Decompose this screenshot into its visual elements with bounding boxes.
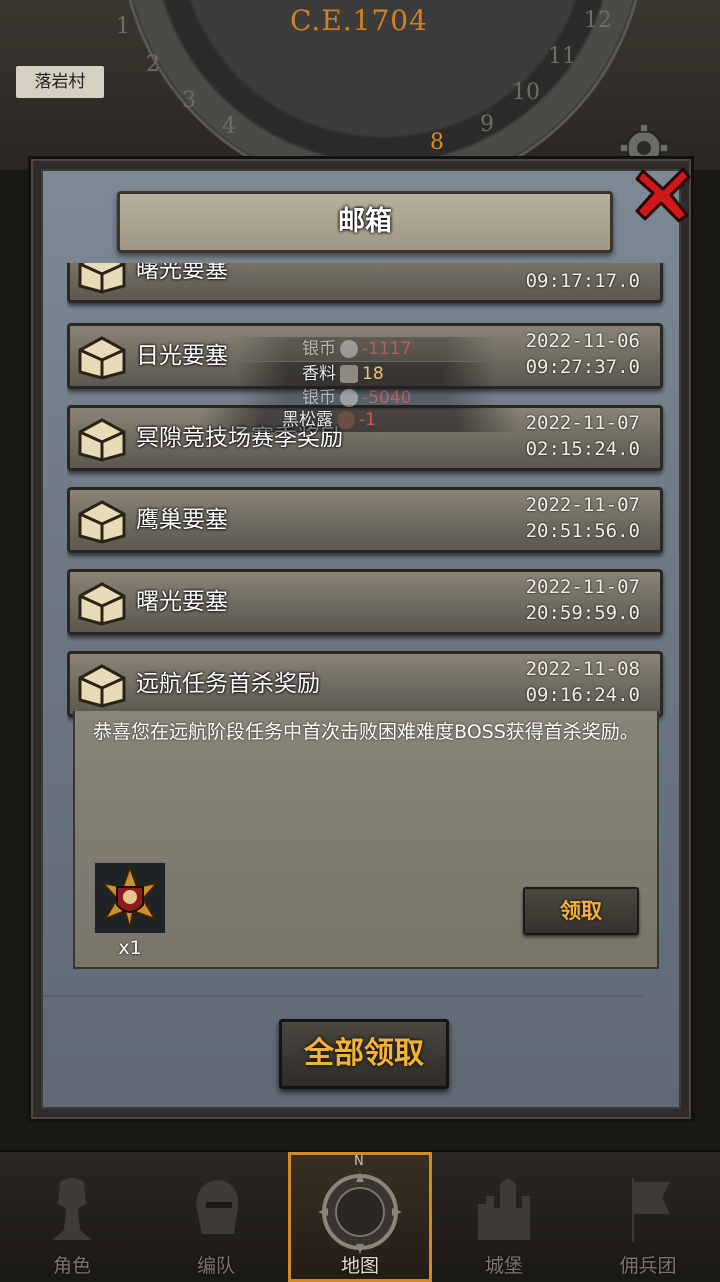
mail-content: 恭喜您在远航阶段任务中首次击败困难难度BOSS获得首杀奖励。 <box>93 721 639 743</box>
mail-time: 20:59:59.0 <box>525 602 640 624</box>
village-name[interactable]: 落岩村 <box>16 66 104 98</box>
resource-label: 黑松露 <box>282 410 333 430</box>
mail-detail: 恭喜您在远航阶段任务中首次击败困难难度BOSS获得首杀奖励。 x1 领取 <box>73 711 659 969</box>
reward-item-slot[interactable] <box>93 861 167 935</box>
silver-coin-icon <box>340 340 358 358</box>
mail-time: 09:17:17.0 <box>525 270 640 292</box>
resource-change: 银币 -5040 <box>236 386 496 410</box>
mail-time: 02:15:24.0 <box>525 438 640 460</box>
resource-label: 银币 <box>302 388 336 408</box>
mail-date: 2022-11-07 <box>525 412 640 434</box>
mailbox-title-plate: 邮箱 <box>117 191 613 253</box>
mail-item[interactable]: 曙光要塞 2022-11-07 20:59:59.0 <box>67 569 663 635</box>
chest-open-icon <box>78 664 126 708</box>
nav-item-character[interactable]: 角色 <box>0 1152 144 1282</box>
resource-value: -1 <box>359 410 376 430</box>
mail-item-selected[interactable]: 远航任务首杀奖励 2022-11-08 09:16:24.0 <box>67 651 663 717</box>
dial-number: 2 <box>146 52 160 77</box>
compass-north-label: N <box>354 1154 364 1169</box>
claim-button[interactable]: 领取 <box>523 887 639 935</box>
resource-change: 香料 18 <box>236 362 496 386</box>
mail-date: 2022-11-06 <box>525 330 640 352</box>
nav-label: 城堡 <box>484 1255 523 1277</box>
dial-number: 12 <box>584 8 612 33</box>
mail-title: 日光要塞 <box>136 343 228 369</box>
mail-title: 远航任务首杀奖励 <box>136 671 320 697</box>
mail-time: 20:51:56.0 <box>525 520 640 542</box>
mail-date: 2022-11-07 <box>525 576 640 598</box>
resource-change: 银币 -1117 <box>236 337 496 361</box>
emblem-icon <box>100 863 160 930</box>
close-icon[interactable] <box>633 163 693 223</box>
bottom-nav: 角色 编队 N 地图 城堡 佣兵团 <box>0 1150 720 1282</box>
resource-change: 黑松露 -1 <box>200 408 520 432</box>
mailbox-title: 邮箱 <box>338 206 392 237</box>
dial-number: 11 <box>548 44 576 69</box>
nav-item-map[interactable]: N 地图 <box>288 1152 432 1282</box>
banner-icon <box>632 1178 670 1242</box>
chest-icon <box>78 336 126 380</box>
chest-icon <box>78 263 126 294</box>
nav-label: 角色 <box>52 1255 91 1277</box>
mailbox-dialog: 邮箱 曙光要塞 2022-11-06 09:17:17.0 日光要塞 2022-… <box>28 156 694 1122</box>
mail-date: 2022-11-06 <box>526 263 640 266</box>
helmet-icon <box>196 1180 239 1234</box>
truffle-icon <box>337 411 355 429</box>
spice-icon <box>340 365 358 383</box>
mail-title: 曙光要塞 <box>136 589 228 615</box>
chest-icon <box>78 500 126 544</box>
dial-number: 4 <box>222 114 236 139</box>
reward-count: x1 <box>118 937 142 959</box>
divider <box>43 995 643 997</box>
nav-label: 佣兵团 <box>619 1255 677 1277</box>
dial-number: 9 <box>480 112 494 137</box>
dial-number-current: 8 <box>430 130 444 155</box>
chest-icon <box>78 582 126 626</box>
silver-coin-icon <box>340 389 358 407</box>
mail-date: 2022-11-08 <box>525 658 640 680</box>
nav-label: 编队 <box>196 1255 235 1277</box>
nav-label: 地图 <box>340 1255 379 1277</box>
mail-date: 2022-11-07 <box>525 494 640 516</box>
resource-value: 18 <box>362 364 384 384</box>
compass-icon <box>318 1172 402 1254</box>
nav-item-castle[interactable]: 城堡 <box>432 1152 576 1282</box>
claim-all-button[interactable]: 全部领取 <box>279 1019 449 1089</box>
nav-item-formation[interactable]: 编队 <box>144 1152 288 1282</box>
era-label: C.E.1704 <box>290 4 428 37</box>
knight-icon <box>52 1178 92 1240</box>
mail-time: 09:16:24.0 <box>525 684 640 706</box>
mail-item[interactable]: 曙光要塞 2022-11-06 09:17:17.0 <box>67 263 663 303</box>
resource-value: -5040 <box>362 388 412 408</box>
resource-label: 香料 <box>302 364 336 384</box>
nav-item-mercenary[interactable]: 佣兵团 <box>576 1152 720 1282</box>
mail-item[interactable]: 鹰巢要塞 2022-11-07 20:51:56.0 <box>67 487 663 553</box>
chest-icon <box>78 418 126 462</box>
mail-time: 09:27:37.0 <box>525 356 640 378</box>
mail-title: 鹰巢要塞 <box>136 507 228 533</box>
resource-value: -1117 <box>362 339 412 359</box>
dial-number: 10 <box>512 80 540 105</box>
map-header: 1 2 3 4 8 9 10 11 12 C.E.1704 落岩村 <box>0 0 720 170</box>
dial-number: 3 <box>182 88 196 113</box>
dial-number: 1 <box>116 14 130 39</box>
castle-icon <box>478 1178 530 1240</box>
resource-label: 银币 <box>302 339 336 359</box>
mail-title: 曙光要塞 <box>136 263 228 283</box>
